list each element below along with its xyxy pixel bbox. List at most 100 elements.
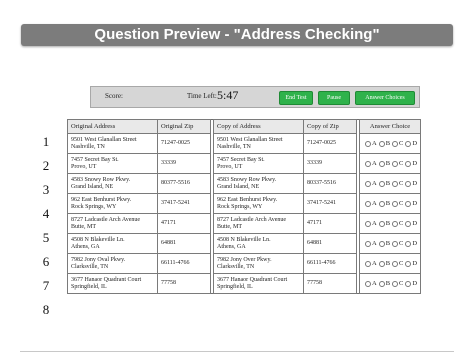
address-table: Original Address Original Zip Copy of Ad… [67,119,422,294]
original-zip-cell: 33339 [157,153,211,174]
end-test-button[interactable]: End Test [279,91,313,105]
answer-radio-c[interactable] [392,280,399,287]
answer-radio-c[interactable] [392,140,399,147]
answer-radio-a[interactable] [365,200,371,207]
row-number: 5 [42,230,50,245]
copy-address-cell: 3677 Hanaor Quadrant Court Springfield, I… [213,273,304,294]
answer-choice-label: D [412,260,418,267]
row-number: 8 [42,302,50,317]
answer-choice-label: A [372,160,377,167]
answer-radio-a[interactable] [365,220,371,227]
original-address-line-2: Grand Island, NE [71,183,114,190]
pause-button[interactable]: Pause [318,91,350,105]
answer-choice-cell: A B C D [358,153,422,174]
original-address-line-2: Nashville, TN [71,143,105,150]
answer-radio-a[interactable] [365,140,371,147]
original-address-cell: 8727 Ladcastle Arch Avenue Butte, MT [67,213,158,234]
answer-radio-d[interactable] [405,240,412,247]
copy-address-line-2: Nashville, TN [217,143,251,150]
answer-radio-a[interactable] [365,280,371,287]
original-address-cell: 4508 N Blakeville Ln. Athens, GA [67,233,158,254]
answer-radio-b[interactable] [378,240,385,247]
row-number: 3 [42,182,50,197]
answer-choice-label: D [412,140,418,147]
answer-radio-d[interactable] [405,280,412,287]
answer-radio-d[interactable] [405,200,412,207]
copy-address-line-2: Butte, MT [217,223,242,230]
answer-choice-label: C [399,160,404,167]
answer-radio-c[interactable] [392,240,399,247]
copy-address-cell: 7982 Jony Over Pkwy. Clarksville, TN [213,253,304,274]
answer-choice-cell: A B C D [358,193,422,214]
answer-choice-label: B [385,260,391,267]
answer-radio-d[interactable] [405,140,412,147]
answer-choice-label: A [372,240,377,247]
original-address-line-2: Provo, UT [71,163,97,170]
answer-choice-label: C [399,220,404,227]
original-address-line-1: 8727 Ladcastle Arch Avenue [71,216,141,223]
original-address-line-1: 4583 Snowy Row Pkwy. [71,176,131,183]
original-zip-cell: 47171 [157,213,211,234]
answer-radio-b[interactable] [378,220,385,227]
copy-address-line-1: 4583 Snowy Row Pkwy. [217,176,277,183]
answer-choice-cell: A B C D [358,253,422,274]
copy-address-cell: 9501 West Glanallan Street Nashville, TN [213,133,304,154]
answer-radio-c[interactable] [392,220,399,227]
table-body: 9501 West Glanallan Street Nashville, TN 7… [67,133,422,294]
copy-address-line-1: 7982 Jony Over Pkwy. [217,256,272,263]
answer-radio-b[interactable] [378,180,385,187]
answer-choice-label: D [412,240,418,247]
original-address-cell: 962 East Benhurst Pkwy. Rock Springs, WY [67,193,158,214]
answer-radio-c[interactable] [392,160,399,167]
answer-radio-c[interactable] [392,200,399,207]
answer-radio-a[interactable] [365,180,371,187]
original-zip-cell: 37417-5241 [157,193,211,214]
copy-address-line-1: 3677 Hanaor Quadrant Court [217,276,288,283]
row-numbers: 1 2 3 4 5 6 7 8 [40,130,52,322]
answer-radio-d[interactable] [405,220,412,227]
copy-address-line-1: 4508 N Blakeville Ln. [217,236,271,243]
answer-choice-label: C [399,240,404,247]
answer-choice-label: C [399,140,404,147]
original-address-cell: 9501 West Glanallan Street Nashville, TN [67,133,158,154]
title-bar: Question Preview - "Address Checking" [21,24,453,46]
answer-radio-d[interactable] [405,160,412,167]
original-address-line-2: Springfield, IL [71,283,107,290]
answer-radio-b[interactable] [378,260,385,267]
answer-radio-a[interactable] [365,160,371,167]
copy-address-cell: 962 East Benhurst Pkwy. Rock Springs, WY [213,193,304,214]
copy-zip-cell: 37417-5241 [303,193,357,214]
answer-choice-label: A [372,140,377,147]
time-left-label: Time Left: [187,92,217,100]
table-row: 3677 Hanaor Quadrant Court Springfield, I… [67,273,422,294]
answer-radio-c[interactable] [392,260,399,267]
answer-choice-label: C [399,280,404,287]
copy-address-line-2: Grand Island, NE [217,183,260,190]
answer-choice-cell: A B C D [358,233,422,254]
copy-address-line-1: 7457 Secret Bay St. [217,156,265,163]
answer-choice-label: D [412,280,418,287]
answer-radio-b[interactable] [378,280,385,287]
original-address-line-1: 7982 Jony Oval Pkwy. [71,256,126,263]
answer-radio-a[interactable] [365,240,371,247]
answer-choice-label: B [385,160,391,167]
answer-choice-label: B [385,140,391,147]
answer-radio-b[interactable] [378,200,385,207]
time-left-value: 5:47 [217,88,239,102]
answer-radio-c[interactable] [392,180,399,187]
copy-address-cell: 8727 Ladcastle Arch Avenue Butte, MT [213,213,304,234]
answer-choices-button[interactable]: Answer Choices [355,91,415,105]
answer-radio-b[interactable] [378,140,385,147]
answer-radio-b[interactable] [378,160,385,167]
answer-choice-label: B [385,200,391,207]
original-address-line-1: 9501 West Glanallan Street [71,136,137,143]
answer-radio-d[interactable] [405,180,412,187]
table-row: 7982 Jony Oval Pkwy. Clarksville, TN 66111… [67,253,422,274]
copy-zip-cell: 66111-4766 [303,253,357,274]
copy-address-cell: 7457 Secret Bay St. Provo, UT [213,153,304,174]
answer-choice-label: B [385,180,391,187]
original-address-cell: 7982 Jony Oval Pkwy. Clarksville, TN [67,253,158,274]
answer-radio-a[interactable] [365,260,371,267]
control-panel: Score: Time Left: 5:47 End Test Pause An… [90,86,420,108]
answer-radio-d[interactable] [405,260,412,267]
